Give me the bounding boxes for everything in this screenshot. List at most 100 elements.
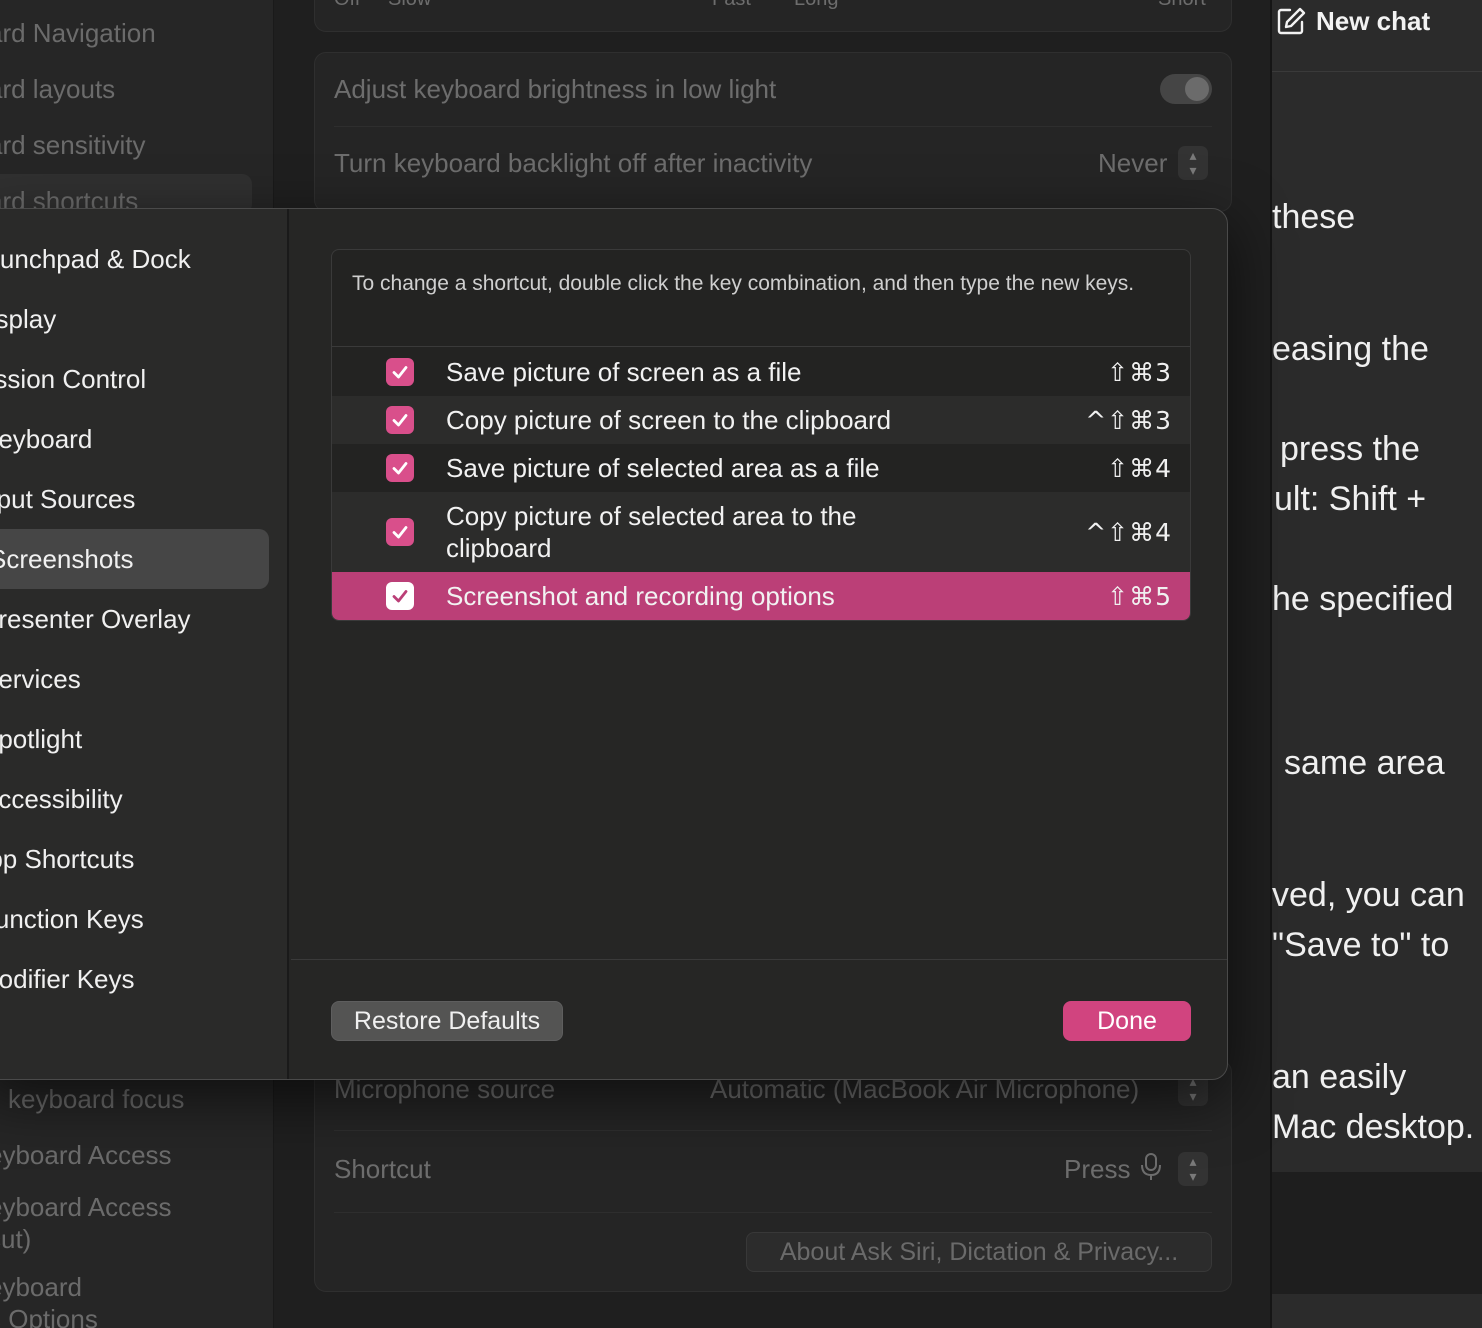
brightness-toggle[interactable]: [1160, 74, 1212, 104]
bg-sidebar-item-label: ard Navigation: [0, 18, 156, 48]
backlight-setting-label: Turn keyboard backlight off after inacti…: [334, 148, 813, 178]
chat-text-line: same area: [1284, 744, 1445, 782]
sidebar-item-function-keys[interactable]: Function Keys: [0, 889, 259, 949]
sidebar-item-label: Keyboard: [0, 424, 93, 454]
shortcut-label: Save picture of selected area as a file: [446, 453, 880, 483]
chat-text-line: easing the: [1272, 330, 1429, 368]
sidebar-item-label: Accessibility: [0, 784, 123, 814]
slider-label-short: Short: [1158, 0, 1206, 11]
chat-panel: New chat these easing the press the ult:…: [1270, 0, 1482, 1328]
checkmark-icon: [392, 462, 408, 475]
sidebar-item-label: Input Sources: [0, 484, 136, 514]
brightness-setting-label: Adjust keyboard brightness in low light: [334, 74, 777, 104]
keyboard-shortcuts-dialog: Launchpad & Dock Display Mission Control…: [0, 208, 1228, 1080]
bg-sidebar-item[interactable]: eyboard: [0, 1272, 274, 1303]
sidebar-item-label: Mission Control: [0, 364, 147, 394]
divider: [334, 1130, 1212, 1131]
sidebar-item-label: Launchpad & Dock: [0, 244, 191, 274]
chat-text-line: ult: Shift +: [1274, 480, 1427, 518]
sidebar-item-app-shortcuts[interactable]: App Shortcuts: [0, 829, 251, 889]
shortcut-row[interactable]: Save picture of screen as a file ⇧⌘3: [332, 348, 1190, 396]
slider-label-fast: Fast: [712, 0, 751, 11]
shortcut-row[interactable]: Copy picture of selected area to the cli…: [332, 492, 1190, 572]
sidebar-item-presenter-overlay[interactable]: Presenter Overlay: [0, 589, 261, 649]
sidebar-item-label: Services: [0, 664, 81, 694]
shortcut-categories-sidebar: Launchpad & Dock Display Mission Control…: [0, 209, 289, 1079]
divider: [291, 959, 1227, 960]
dictation-shortcut-value[interactable]: Press: [1064, 1154, 1130, 1185]
shortcut-keys[interactable]: ⇧⌘3: [1107, 358, 1172, 387]
chat-text-line: "Save to" to: [1272, 926, 1450, 964]
sidebar-item-display[interactable]: Display: [0, 289, 251, 349]
restore-defaults-button[interactable]: Restore Defaults: [331, 1001, 563, 1041]
shortcuts-list: To change a shortcut, double click the k…: [331, 249, 1191, 621]
sidebar-item-spotlight[interactable]: Spotlight: [0, 709, 261, 769]
checkmark-icon: [392, 590, 408, 603]
shortcut-checkbox[interactable]: [386, 454, 414, 482]
bg-sidebar-item[interactable]: ard layouts: [0, 74, 274, 105]
slider-label-off: Off: [334, 0, 360, 11]
sidebar-item-label: Presenter Overlay: [0, 604, 191, 634]
backlight-value[interactable]: Never: [1098, 148, 1167, 179]
bg-sidebar-item[interactable]: ard Navigation: [0, 18, 274, 49]
checkmark-icon: [392, 366, 408, 379]
bg-sidebar-item-label: s Options: [0, 1304, 98, 1328]
shortcut-label: Copy picture of selected area to the cli…: [446, 501, 857, 563]
about-siri-privacy-button[interactable]: About Ask Siri, Dictation & Privacy...: [746, 1232, 1212, 1272]
shortcut-keys[interactable]: ^⇧⌘3: [1085, 406, 1172, 435]
sidebar-item-screenshots[interactable]: Screenshots: [0, 529, 269, 589]
sidebar-item-keyboard[interactable]: Keyboard: [0, 409, 261, 469]
bg-sidebar-item[interactable]: keyboard focus: [0, 1084, 274, 1115]
sidebar-item-services[interactable]: Services: [0, 649, 261, 709]
chat-text-line: press the: [1280, 430, 1420, 468]
toggle-knob: [1185, 77, 1209, 101]
sidebar-item-label: Function Keys: [0, 904, 144, 934]
microphone-icon: [1141, 1153, 1161, 1180]
bg-sidebar-item[interactable]: eyboard Access: [0, 1192, 274, 1223]
chat-text-line: Mac desktop.: [1272, 1108, 1475, 1146]
dictation-shortcut-stepper-icon[interactable]: ▴ ▾: [1178, 1152, 1208, 1186]
compose-icon: [1277, 7, 1306, 35]
sidebar-item-label: Modifier Keys: [0, 964, 135, 994]
bg-sidebar-item[interactable]: eyboard Access: [0, 1140, 274, 1171]
sidebar-item-accessibility[interactable]: Accessibility: [0, 769, 261, 829]
bg-sidebar-item-label: eyboard: [0, 1272, 82, 1302]
slider-label-slow: Slow: [388, 0, 431, 11]
sidebar-item-modifier-keys[interactable]: Modifier Keys: [0, 949, 257, 1009]
shortcut-row[interactable]: Save picture of selected area as a file …: [332, 444, 1190, 492]
sidebar-item-mission-control[interactable]: Mission Control: [0, 349, 247, 409]
shortcut-row-selected[interactable]: Screenshot and recording options ⇧⌘5: [332, 572, 1190, 620]
shortcut-checkbox[interactable]: [386, 582, 414, 610]
done-button[interactable]: Done: [1063, 1001, 1191, 1041]
shortcut-keys[interactable]: ^⇧⌘4: [1085, 518, 1172, 547]
sidebar-item-label: Spotlight: [0, 724, 83, 754]
new-chat-button[interactable]: New chat: [1276, 4, 1430, 38]
sidebar-item-launchpad-dock[interactable]: Launchpad & Dock: [0, 229, 251, 289]
bg-sidebar-item: s Options: [0, 1304, 274, 1328]
bg-sidebar-item-label: keyboard focus: [8, 1084, 185, 1114]
shortcut-checkbox[interactable]: [386, 518, 414, 546]
bg-sidebar-item-label: eyboard Access: [0, 1140, 172, 1170]
shortcut-instructions: To change a shortcut, double click the k…: [352, 272, 1135, 295]
shortcut-keys[interactable]: ⇧⌘4: [1107, 454, 1172, 483]
bg-sidebar-item[interactable]: ard sensitivity: [0, 130, 274, 161]
divider: [334, 126, 1212, 127]
chat-text-line: an easily: [1272, 1058, 1407, 1096]
chat-text-line: he specified: [1272, 580, 1454, 618]
shortcut-checkbox[interactable]: [386, 406, 414, 434]
bg-sidebar-item: cut): [0, 1224, 274, 1255]
sidebar-item-input-sources[interactable]: Input Sources: [0, 469, 255, 529]
shortcut-keys[interactable]: ⇧⌘5: [1107, 582, 1172, 611]
shortcut-label: Screenshot and recording options: [446, 581, 835, 611]
dictation-shortcut-label: Shortcut: [334, 1154, 431, 1184]
bg-sidebar-item-label: ard sensitivity: [0, 130, 146, 160]
shortcut-checkbox[interactable]: [386, 358, 414, 386]
shortcut-row[interactable]: Copy picture of screen to the clipboard …: [332, 396, 1190, 444]
chat-text-line: these: [1272, 198, 1356, 236]
slider-label-long: Long: [794, 0, 839, 11]
bg-sidebar-item-label: eyboard Access: [0, 1192, 172, 1222]
bg-sidebar-item-label: cut): [0, 1224, 32, 1254]
sidebar-item-label: Display: [0, 304, 57, 334]
backlight-stepper-icon[interactable]: ▴ ▾: [1178, 146, 1208, 180]
chat-header: New chat: [1272, 0, 1482, 72]
